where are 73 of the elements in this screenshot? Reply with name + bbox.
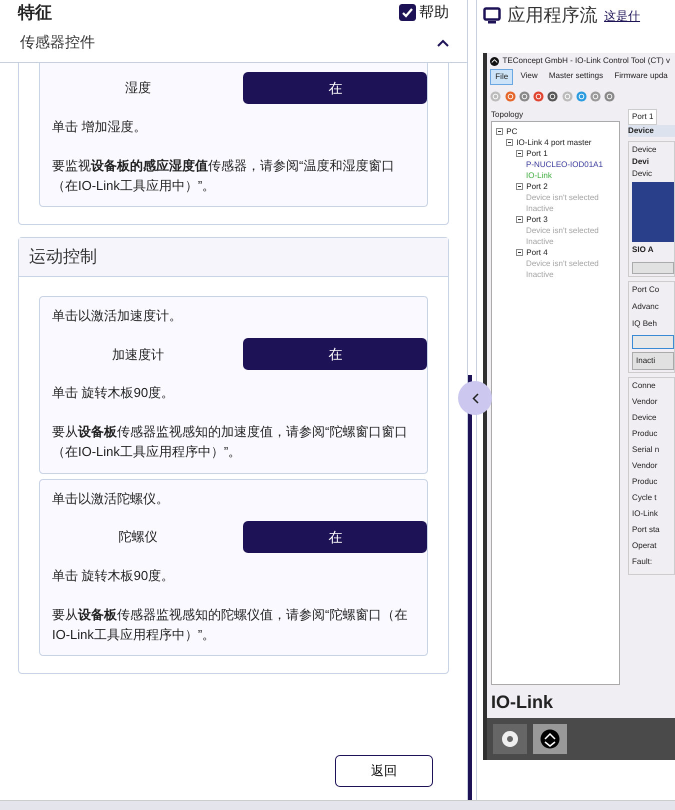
monitor-icon <box>483 7 502 24</box>
io-link-logo: IO-Link <box>491 691 554 714</box>
panel-title: 特征 <box>18 2 52 24</box>
instruction-text: 单击 旋转木板90度。 <box>52 567 176 586</box>
help-link[interactable]: 这是什 <box>604 6 640 24</box>
field-label: Advanc <box>632 301 660 313</box>
help-label: 帮助 <box>419 2 450 22</box>
section-header: 运动控制 <box>19 238 448 277</box>
chevron-icon <box>437 38 450 47</box>
collapse-toggle[interactable] <box>458 381 492 415</box>
group-legend: Port Co <box>632 284 674 296</box>
app-logo-icon <box>490 56 500 66</box>
control-label: 陀螺仪 <box>118 529 158 544</box>
tree-item[interactable]: IO-Link 4 port master <box>516 137 592 148</box>
field-label: Vendor <box>632 396 658 408</box>
on-button[interactable]: 在 <box>243 338 428 370</box>
help-checkbox[interactable] <box>398 4 416 22</box>
tree-item[interactable]: P-NUCLEO-IOD01A1 <box>526 159 603 170</box>
taskbar-button[interactable] <box>533 724 568 754</box>
instruction-text: 单击 旋转木板90度。 <box>52 384 176 402</box>
port-tab[interactable]: Port 1 <box>628 109 658 125</box>
field-label: Fault: <box>632 556 654 568</box>
window-title: TEConcept GmbH - IO-Link Control Tool (CT) v <box>502 55 670 67</box>
instruction-text: 单击 增加湿度。 <box>52 118 148 136</box>
device-subtab[interactable]: Device <box>628 125 675 137</box>
tree-item[interactable]: Port 1 <box>526 148 548 159</box>
note-text: 要从设备板传感器监视感知的陀螺仪值，请参阅“陀螺窗口（在IO-Link工具应用程序中）”。 <box>52 606 408 644</box>
board-image-placeholder <box>632 182 674 242</box>
field-label: Produc <box>632 428 658 440</box>
group-legend: Topology <box>491 109 620 121</box>
tree-item[interactable]: PC <box>506 126 518 137</box>
instruction-text: 单击以激活陀螺仪。 <box>52 490 170 508</box>
app-logo-icon <box>540 729 560 749</box>
device-name: Devi <box>632 156 650 168</box>
field-label: Port sta <box>632 524 661 536</box>
field-label: Cycle t <box>632 492 658 504</box>
tree-item[interactable]: Port 4 <box>526 247 548 258</box>
note-text: 要从设备板传感器监视感知的加速度值，请参阅“陀螺窗口窗口（在IO-Link工具应用程序中）”。 <box>52 423 408 462</box>
tree-item[interactable]: Port 3 <box>526 214 548 225</box>
on-button[interactable]: 在 <box>243 72 428 104</box>
menu-item[interactable]: Master settings <box>544 69 608 85</box>
group-legend: Conne <box>632 380 674 392</box>
instruction-text: 单击以激活加速度计。 <box>52 306 183 325</box>
collapse-icon[interactable] <box>516 183 524 190</box>
field-label: Device <box>632 412 658 424</box>
menu-item[interactable]: File <box>490 69 514 85</box>
blank-button[interactable] <box>632 335 674 349</box>
back-button[interactable]: 返回 <box>335 755 434 787</box>
field-label: Produc <box>632 476 658 488</box>
field-label: Vendor <box>632 460 658 472</box>
device-caption: SIO A <box>632 244 655 256</box>
menu-item[interactable]: Firmware upda <box>610 69 672 85</box>
collapse-icon[interactable] <box>506 139 514 146</box>
control-label: 湿度 <box>124 80 151 96</box>
collapse-icon[interactable] <box>516 249 524 256</box>
collapse-icon[interactable] <box>516 150 524 157</box>
group-legend: Device <box>632 144 674 156</box>
control-label: 加速度计 <box>112 346 164 362</box>
on-button[interactable]: 在 <box>243 521 428 554</box>
field-label: IQ Beh <box>632 318 658 330</box>
field-label: Operat <box>632 540 658 552</box>
note-text: 要监视设备板的感应湿度值传感器，请参阅“温度和湿度窗口（在IO-Link工具应用中）”。 <box>52 157 396 196</box>
tree-item[interactable]: Port 2 <box>526 181 548 192</box>
field-label: IO-Link <box>632 508 659 520</box>
field-label: Serial n <box>632 444 660 456</box>
chevron-left-icon <box>472 392 478 404</box>
splitter-bar[interactable] <box>468 375 472 800</box>
aperture-icon <box>501 730 520 748</box>
section-title: 应用程序流 <box>508 4 598 27</box>
group-legend: Devic <box>632 168 674 180</box>
collapse-icon[interactable] <box>496 128 504 135</box>
collapse-icon[interactable] <box>516 216 524 223</box>
menu-item[interactable]: View <box>516 69 542 85</box>
